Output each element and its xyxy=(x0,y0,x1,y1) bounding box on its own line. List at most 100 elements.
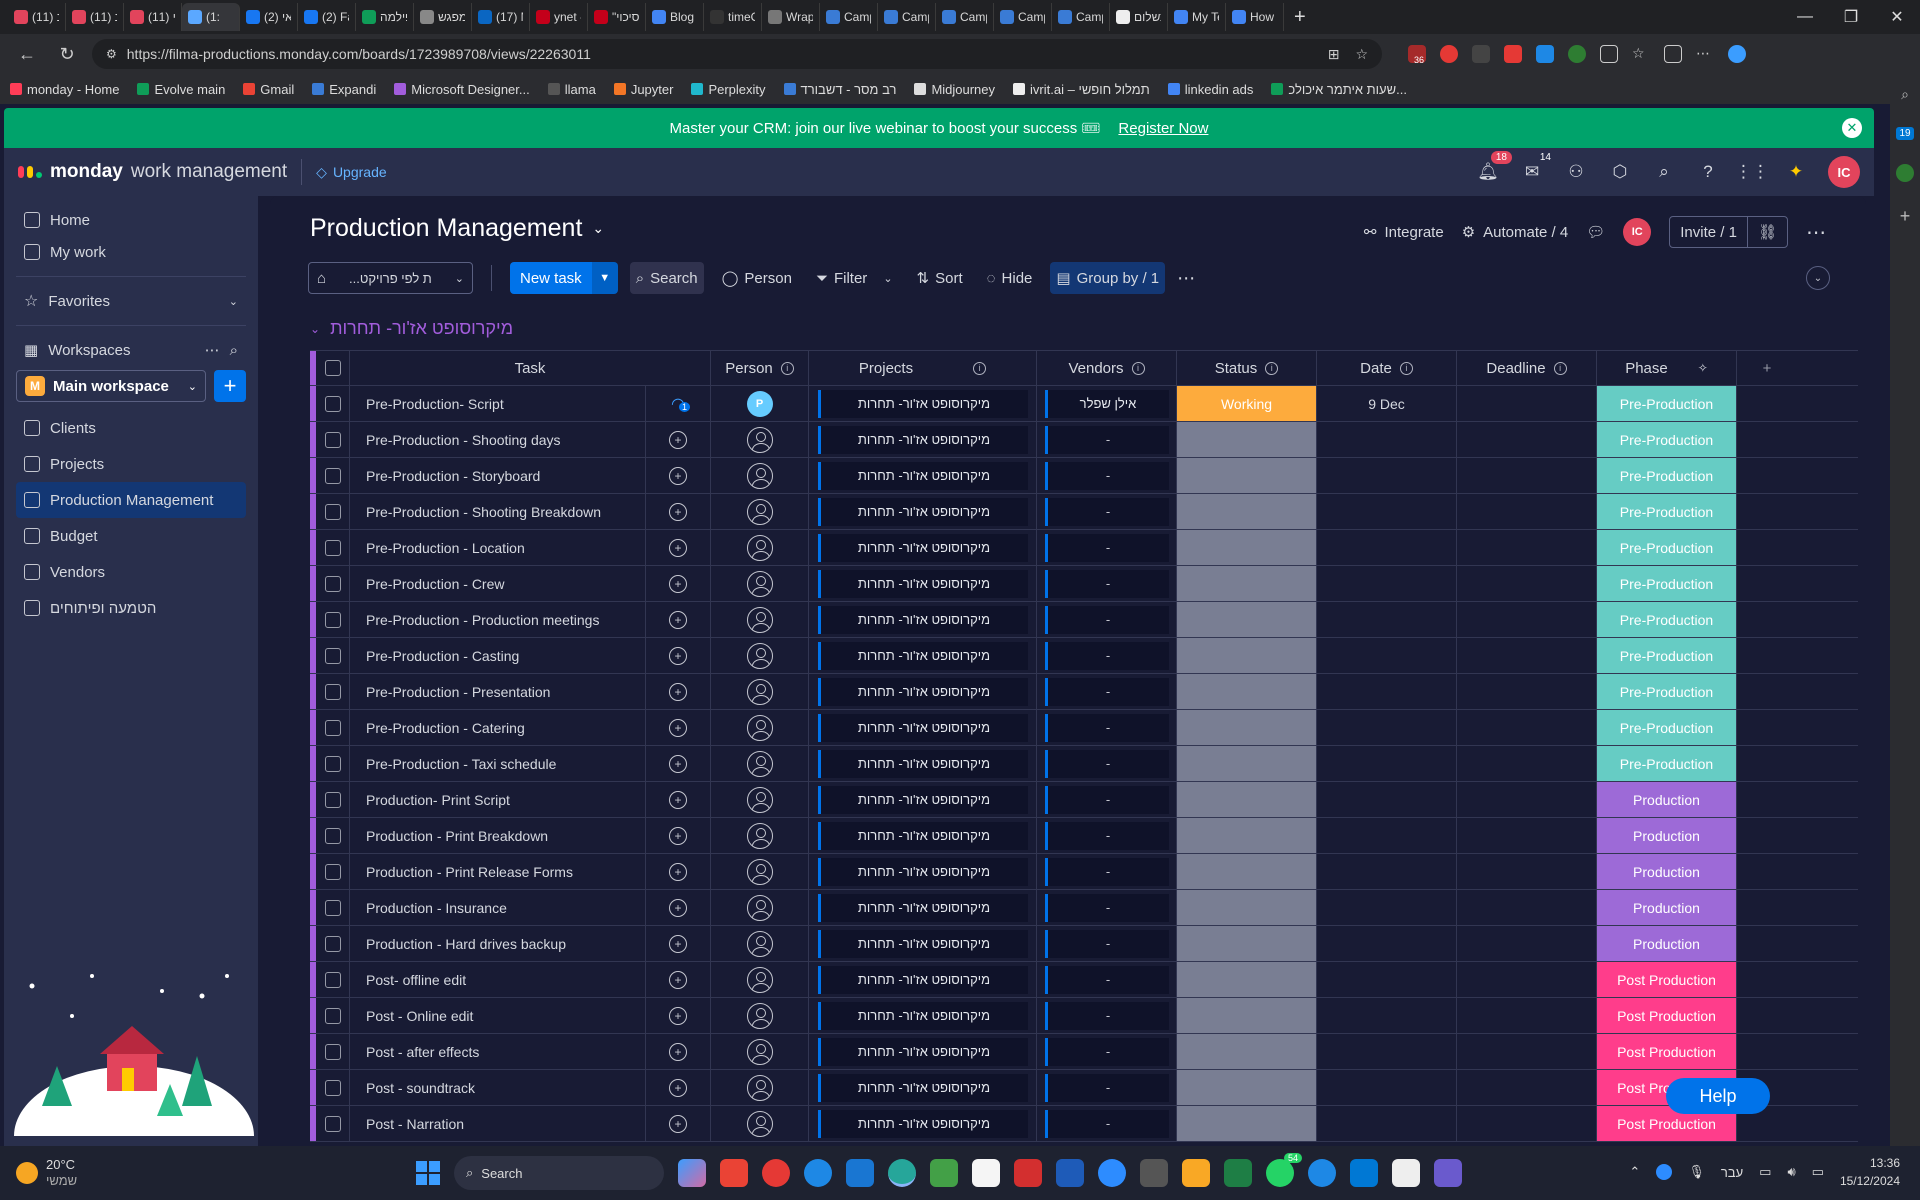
updates-cell[interactable]: + xyxy=(646,566,711,601)
more-icon[interactable]: ⋯ xyxy=(205,341,220,359)
task-name[interactable]: Post - after effects xyxy=(350,1034,646,1069)
browser-tab[interactable]: תשלום xyxy=(1110,3,1168,31)
date-cell[interactable] xyxy=(1317,962,1457,997)
task-name[interactable]: Production- Print Script xyxy=(350,782,646,817)
person-filter-button[interactable]: ◯ Person xyxy=(716,262,798,294)
column-header-person[interactable]: Person i xyxy=(711,351,809,385)
date-cell[interactable]: 9 Dec xyxy=(1317,386,1457,421)
info-icon[interactable]: i xyxy=(973,361,987,375)
projects-cell[interactable]: מיקרוסופט אז'ור- תחרות xyxy=(809,1070,1037,1105)
extension-icon[interactable] xyxy=(1568,45,1586,63)
column-header-deadline[interactable]: Deadline i xyxy=(1457,351,1597,385)
add-update-icon[interactable]: + xyxy=(669,1114,687,1133)
app-icon[interactable] xyxy=(1896,164,1914,182)
battery-icon[interactable]: ▭ xyxy=(1812,1164,1824,1180)
projects-cell[interactable]: מיקרוסופט אז'ור- תחרות xyxy=(809,458,1037,493)
task-name[interactable]: Pre-Production - Location xyxy=(350,530,646,565)
vendors-cell[interactable]: - xyxy=(1037,782,1177,817)
deadline-cell[interactable] xyxy=(1457,890,1597,925)
browser-tab[interactable]: timeO xyxy=(704,3,762,31)
phase-cell[interactable]: Pre-Production xyxy=(1597,530,1737,565)
table-row[interactable]: Production - Print Release Forms + מיקרוסו… xyxy=(310,854,1858,890)
bookmark-item[interactable]: Jupyter xyxy=(613,82,673,97)
projects-cell[interactable]: מיקרוסופט אז'ור- תחרות xyxy=(809,926,1037,961)
status-cell[interactable] xyxy=(1177,782,1317,817)
date-cell[interactable] xyxy=(1317,890,1457,925)
collections-icon[interactable] xyxy=(1664,45,1682,63)
vendors-cell[interactable]: - xyxy=(1037,674,1177,709)
info-icon[interactable]: i xyxy=(1265,361,1279,375)
date-cell[interactable] xyxy=(1317,566,1457,601)
phase-cell[interactable]: Production xyxy=(1597,818,1737,853)
outlook-icon[interactable] xyxy=(1350,1159,1378,1187)
outlook-icon[interactable]: 19 xyxy=(1896,127,1914,140)
vendors-cell[interactable]: - xyxy=(1037,1070,1177,1105)
phase-cell[interactable]: Pre-Production xyxy=(1597,494,1737,529)
close-icon[interactable]: ✕ xyxy=(1842,118,1862,138)
updates-cell[interactable]: + xyxy=(646,998,711,1033)
projects-cell[interactable]: מיקרוסופט אז'ור- תחרות xyxy=(809,386,1037,421)
maximize-button[interactable]: ❐ xyxy=(1828,0,1874,34)
projects-cell[interactable]: מיקרוסופט אז'ור- תחרות xyxy=(809,602,1037,637)
vendors-cell[interactable]: - xyxy=(1037,458,1177,493)
status-cell[interactable] xyxy=(1177,422,1317,457)
date-cell[interactable] xyxy=(1317,746,1457,781)
row-checkbox[interactable] xyxy=(316,1070,350,1105)
person-cell[interactable] xyxy=(711,818,809,853)
browser-tab[interactable]: Campa xyxy=(994,3,1052,31)
table-row[interactable]: Post - soundtrack + מיקרוסופט אז'ור- תחרות… xyxy=(310,1070,1858,1106)
deadline-cell[interactable] xyxy=(1457,386,1597,421)
projects-cell[interactable]: מיקרוסופט אז'ור- תחרות xyxy=(809,746,1037,781)
deadline-cell[interactable] xyxy=(1457,422,1597,457)
row-checkbox[interactable] xyxy=(316,494,350,529)
table-row[interactable]: Pre-Production - Location + מיקרוסופט אז'ו… xyxy=(310,530,1858,566)
task-name[interactable]: Pre-Production - Taxi schedule xyxy=(350,746,646,781)
date-cell[interactable] xyxy=(1317,1106,1457,1141)
row-checkbox[interactable] xyxy=(316,854,350,889)
updates-cell[interactable]: + xyxy=(646,638,711,673)
status-cell[interactable]: Working xyxy=(1177,386,1317,421)
row-checkbox[interactable] xyxy=(316,566,350,601)
updates-cell[interactable]: + xyxy=(646,854,711,889)
vendors-cell[interactable]: - xyxy=(1037,1034,1177,1069)
bookmark-item[interactable]: Perplexity xyxy=(691,82,766,97)
phase-cell[interactable]: Pre-Production xyxy=(1597,710,1737,745)
add-update-icon[interactable]: + xyxy=(669,862,687,881)
group-by-button[interactable]: ▤ Group by / 1 xyxy=(1050,262,1166,294)
updates-cell[interactable]: + xyxy=(646,1070,711,1105)
row-checkbox[interactable] xyxy=(316,998,350,1033)
language-indicator[interactable]: עבר xyxy=(1721,1165,1743,1180)
phase-cell[interactable]: Pre-Production xyxy=(1597,638,1737,673)
photos-icon[interactable] xyxy=(930,1159,958,1187)
task-name[interactable]: Pre-Production - Crew xyxy=(350,566,646,601)
column-header-projects[interactable]: Projects i xyxy=(809,351,1037,385)
status-cell[interactable] xyxy=(1177,566,1317,601)
vendors-cell[interactable]: - xyxy=(1037,494,1177,529)
person-cell[interactable] xyxy=(711,746,809,781)
deadline-cell[interactable] xyxy=(1457,854,1597,889)
chevron-up-icon[interactable]: ⌃ xyxy=(1629,1164,1640,1180)
bookmark-item[interactable]: Evolve main xyxy=(137,82,225,97)
projects-cell[interactable]: מיקרוסופט אז'ור- תחרות xyxy=(809,566,1037,601)
phase-cell[interactable]: Post Production xyxy=(1597,1034,1737,1069)
updates-cell[interactable]: + xyxy=(646,746,711,781)
phase-cell[interactable]: Pre-Production xyxy=(1597,566,1737,601)
search-icon[interactable]: ⌕ xyxy=(230,342,238,359)
info-icon[interactable]: i xyxy=(1553,361,1567,375)
updates-cell[interactable]: + xyxy=(646,1106,711,1141)
table-row[interactable]: Pre-Production - Shooting Breakdown + מיקר… xyxy=(310,494,1858,530)
person-cell[interactable] xyxy=(711,926,809,961)
monday-logo[interactable]: monday work management xyxy=(18,161,287,183)
column-header-status[interactable]: Status i xyxy=(1177,351,1317,385)
add-board-button[interactable]: + xyxy=(214,370,246,402)
column-header-vendors[interactable]: Vendors i xyxy=(1037,351,1177,385)
vendors-cell[interactable]: אילן שפלר xyxy=(1037,386,1177,421)
date-cell[interactable] xyxy=(1317,458,1457,493)
taskbar-search[interactable]: ⌕ Search xyxy=(454,1156,664,1190)
bookmark-item[interactable]: Expandi xyxy=(312,82,376,97)
person-cell[interactable] xyxy=(711,710,809,745)
person-cell[interactable] xyxy=(711,890,809,925)
row-checkbox[interactable] xyxy=(316,674,350,709)
status-cell[interactable] xyxy=(1177,1070,1317,1105)
copilot-icon[interactable] xyxy=(1728,45,1746,63)
